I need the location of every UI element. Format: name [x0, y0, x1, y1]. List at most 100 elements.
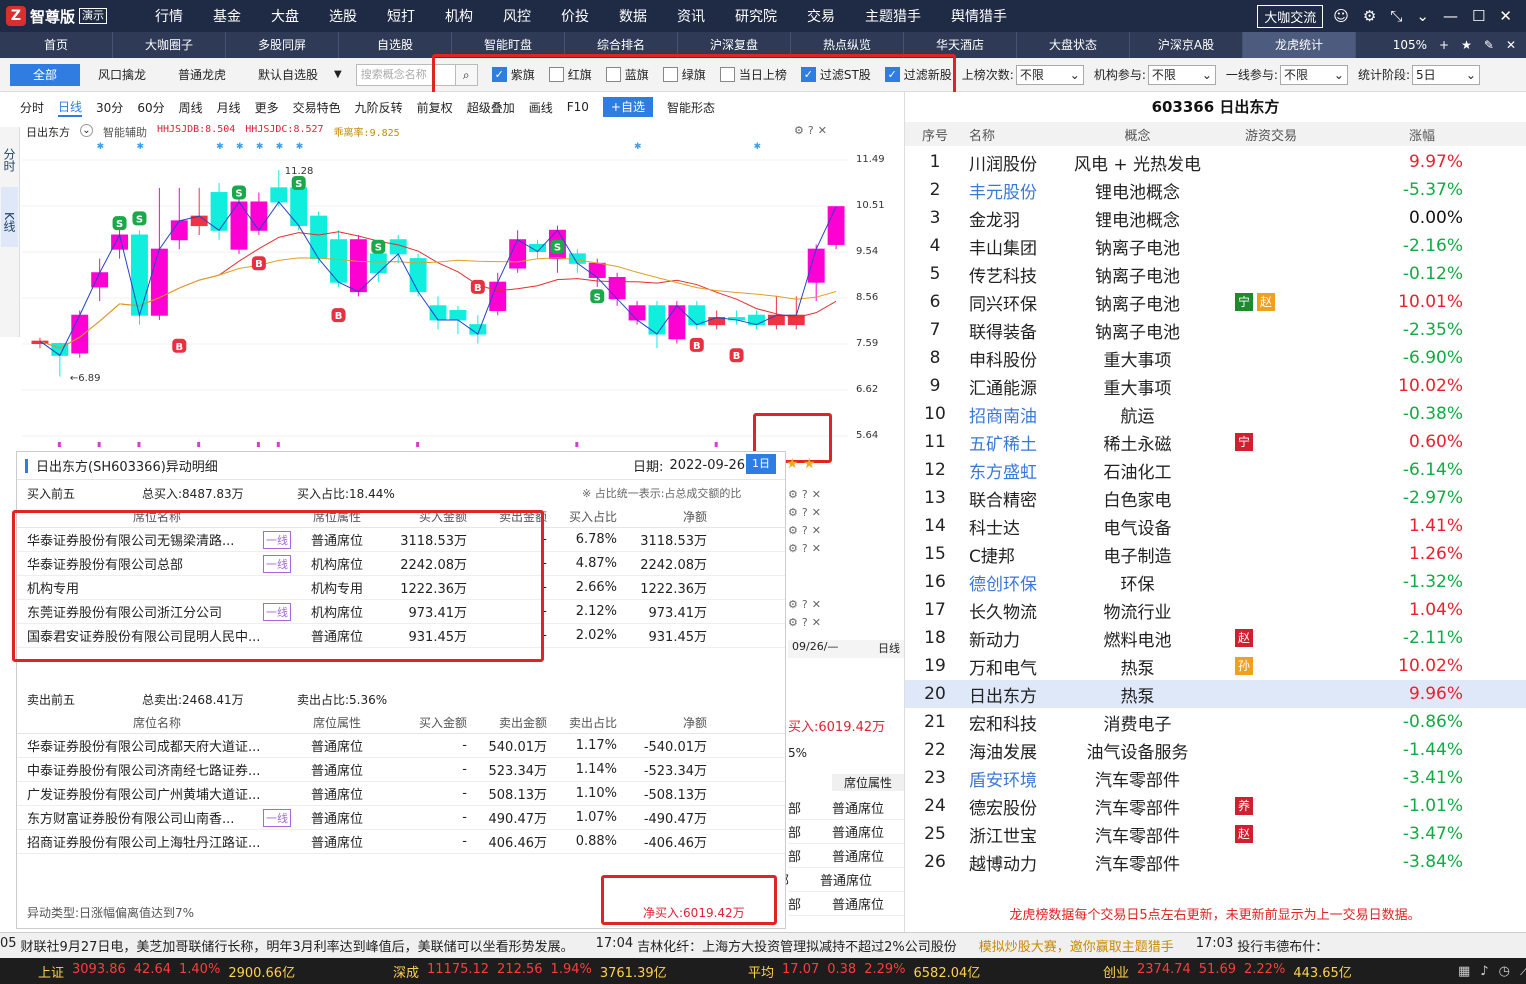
zoom-level[interactable]: 105% — [1393, 38, 1427, 52]
tab-1[interactable]: 大咖圈子 — [113, 32, 226, 58]
menu-item[interactable]: 选股 — [314, 6, 372, 26]
close-icon[interactable]: ✕ — [812, 488, 821, 501]
trader-badge[interactable]: 赵 — [1235, 629, 1253, 647]
stock-name[interactable]: 长久物流 — [965, 598, 1070, 623]
stock-name[interactable]: 申科股份 — [965, 346, 1070, 371]
help-icon[interactable]: ? — [802, 506, 808, 519]
help-icon[interactable]: ? — [802, 542, 808, 555]
stock-name[interactable]: 五矿稀土 — [965, 430, 1070, 455]
trader-badge[interactable]: 宁 — [1235, 433, 1253, 451]
chart-tool-13[interactable]: +自选 — [602, 97, 653, 117]
stock-name[interactable]: 传艺科技 — [965, 262, 1070, 287]
close-icon[interactable]: ✕ — [812, 542, 821, 555]
stock-name[interactable]: 宏和科技 — [965, 710, 1070, 735]
table-row[interactable]: 广发证券股份有限公司广州黄埔大道证... 普通席位 -508.13万 1.10% -50… — [17, 782, 785, 806]
stock-name[interactable]: 金龙羽 — [965, 206, 1070, 231]
close-icon[interactable]: ✕ — [818, 124, 827, 137]
stock-name[interactable]: 招商南油 — [965, 402, 1070, 427]
table-row[interactable]: 东方财富证券股份有限公司山南香... 一线 普通席位 -490.47万 1.07% -49… — [17, 806, 785, 830]
settings-icon[interactable]: ⚙ — [1363, 7, 1376, 25]
chart-tool-6[interactable]: 更多 — [255, 99, 279, 116]
shrink-icon[interactable]: ⤡ — [1390, 7, 1402, 25]
list-row[interactable]: 17 长久物流 物流行业 1.04% — [905, 596, 1526, 624]
list-row[interactable]: 1 川润股份 风电 + 光热发电 9.97% — [905, 148, 1526, 176]
tab-9[interactable]: 大盘状态 — [1017, 32, 1130, 58]
table-row[interactable]: 招商证券股份有限公司上海牡丹江路证... 普通席位 -406.46万 0.88% -40… — [17, 830, 785, 854]
menu-item[interactable]: 基金 — [198, 6, 256, 26]
kline-chart[interactable]: 11.28 ←6.89 S S S S S S S B B B B B B ✱ ✱ ✱ ✱ ✱ ✱ ✱ ✱ ✱ — [22, 140, 848, 450]
list-row[interactable]: 11 五矿稀土 稀土永磁 宁 0.60% — [905, 428, 1526, 456]
list-row[interactable]: 14 科士达 电气设备 1.41% — [905, 512, 1526, 540]
star-icon[interactable]: ★ — [1461, 38, 1472, 52]
chart-tool-1[interactable]: 日线 — [58, 98, 83, 117]
chevron-down-icon[interactable]: ⌄ — [80, 124, 93, 137]
list-row[interactable]: 21 宏和科技 消费电子 -0.86% — [905, 708, 1526, 736]
chart-tool-14[interactable]: 智能形态 — [667, 99, 715, 116]
list-row[interactable]: 20 日出东方 热泵 9.96% — [905, 680, 1526, 708]
help-icon[interactable]: ? — [802, 616, 808, 629]
chart-icon[interactable]: ⟋ — [1520, 964, 1526, 979]
select-dropdown[interactable]: 5日 ⌄ — [1411, 64, 1480, 85]
list-row[interactable]: 22 海油发展 油气设备服务 -1.44% — [905, 736, 1526, 764]
gear-icon[interactable]: ⚙ — [788, 542, 798, 555]
select-dropdown[interactable]: 不限 ⌄ — [1015, 64, 1084, 85]
menu-item[interactable]: 交易 — [792, 6, 850, 26]
select-dropdown[interactable]: 不限 ⌄ — [1279, 64, 1348, 85]
stock-name[interactable]: 丰元股份 — [965, 178, 1070, 203]
chart-tool-5[interactable]: 月线 — [217, 99, 241, 116]
list-row[interactable]: 12 东方盛虹 石油化工 -6.14% — [905, 456, 1526, 484]
pen-icon[interactable]: ✎ — [1484, 38, 1494, 52]
clock-icon[interactable]: ◷ — [1499, 964, 1510, 979]
trader-badge[interactable]: 养 — [1235, 797, 1253, 815]
grid-icon[interactable]: ▦ — [1458, 964, 1470, 979]
stock-name[interactable]: 联得装备 — [965, 318, 1070, 343]
detail-action-button[interactable]: 1日 — [746, 454, 776, 474]
gear-icon[interactable]: ⚙ — [794, 124, 804, 137]
list-row[interactable]: 3 金龙羽 锂电池概念 0.00% — [905, 204, 1526, 232]
chevron-down-icon[interactable]: ⌄ — [1416, 7, 1429, 25]
index-item[interactable]: 上证 3093.86 42.64 1.40% 2900.66亿 — [38, 962, 363, 981]
close-icon[interactable]: ✕ — [812, 506, 821, 519]
chart-tool-8[interactable]: 九阶反转 — [355, 99, 403, 116]
stock-name[interactable]: 海油发展 — [965, 738, 1070, 763]
list-row[interactable]: 2 丰元股份 锂电池概念 -5.37% — [905, 176, 1526, 204]
help-icon[interactable]: ? — [802, 598, 808, 611]
menu-item[interactable]: 短打 — [372, 6, 430, 26]
help-icon[interactable]: ? — [808, 124, 814, 137]
filter-select[interactable]: 上榜次数: 不限 ⌄ — [962, 64, 1084, 85]
help-icon[interactable]: ? — [802, 524, 808, 537]
list-row[interactable]: 15 C捷邦 电子制造 1.26% — [905, 540, 1526, 568]
filter-button[interactable]: 普通龙虎 — [164, 64, 240, 86]
close-icon[interactable]: ✕ — [1506, 38, 1516, 52]
close-icon[interactable]: ✕ — [1499, 7, 1512, 25]
list-row[interactable]: 9 汇通能源 重大事项 10.02% — [905, 372, 1526, 400]
stock-name[interactable]: 汇通能源 — [965, 374, 1070, 399]
list-row[interactable]: 24 德宏股份 汽车零部件 养 -1.01% — [905, 792, 1526, 820]
filter-select[interactable]: 机构参与: 不限 ⌄ — [1094, 64, 1216, 85]
menu-item[interactable]: 行情 — [140, 6, 198, 26]
trader-badge[interactable]: 孙 — [1235, 657, 1253, 675]
chart-tool-9[interactable]: 前复权 — [417, 99, 453, 116]
volume-icon[interactable]: ♪ — [1480, 964, 1488, 979]
maximize-icon[interactable]: ☐ — [1472, 7, 1485, 25]
menu-item[interactable]: 资讯 — [662, 6, 720, 26]
tab-11[interactable]: 龙虎统计 — [1243, 32, 1356, 58]
filter-select[interactable]: 一线参与: 不限 ⌄ — [1226, 64, 1348, 85]
trader-badge[interactable]: 赵 — [1235, 825, 1253, 843]
list-row[interactable]: 19 万和电气 热泵 孙 10.02% — [905, 652, 1526, 680]
menu-item[interactable]: 价投 — [546, 6, 604, 26]
list-row[interactable]: 18 新动力 燃料电池 赵 -2.11% — [905, 624, 1526, 652]
stock-name[interactable]: 新动力 — [965, 626, 1070, 651]
help-icon[interactable]: ? — [802, 488, 808, 501]
gear-icon[interactable]: ⚙ — [788, 506, 798, 519]
gear-icon[interactable]: ⚙ — [788, 488, 798, 501]
minimize-icon[interactable]: — — [1443, 7, 1458, 25]
stock-name[interactable]: 德创环保 — [965, 570, 1070, 595]
side-kline[interactable]: K线 — [1, 187, 18, 247]
list-row[interactable]: 25 浙江世宝 汽车零部件 赵 -3.47% — [905, 820, 1526, 848]
chart-tool-4[interactable]: 周线 — [179, 99, 203, 116]
gear-icon[interactable]: ⚙ — [788, 616, 798, 629]
stock-name[interactable]: 联合精密 — [965, 486, 1070, 511]
news-item[interactable]: 17:04 吉林化纤：上海方大投资管理拟减持不超过2%公司股份 — [596, 936, 957, 955]
menu-item[interactable]: 数据 — [604, 6, 662, 26]
